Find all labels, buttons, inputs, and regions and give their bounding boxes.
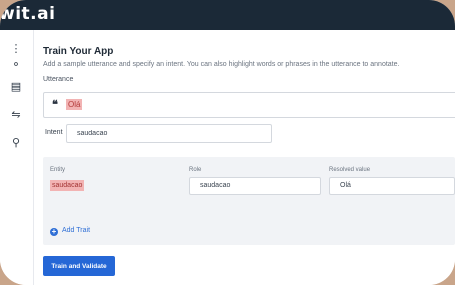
page-title: Train Your App <box>43 46 114 57</box>
add-trait-label: Add Trait <box>62 227 91 234</box>
top-bar: wit.ai <box>0 0 455 30</box>
resolved-value-column-header: Resolved value <box>329 167 371 173</box>
dots-icon[interactable]: ⋮ <box>8 42 24 56</box>
role-field[interactable]: saudacao <box>189 177 321 195</box>
entity-tag[interactable]: saudacao <box>50 180 85 191</box>
page-subtitle: Add a sample utterance and specify an in… <box>43 61 400 68</box>
intent-label: Intent <box>45 129 63 136</box>
workflow-icon[interactable]: ⚬ <box>8 58 24 72</box>
utterance-label: Utterance <box>43 76 74 83</box>
role-column-header: Role <box>189 167 202 173</box>
entity-column-header: Entity <box>50 167 66 173</box>
graph-icon[interactable]: ⚲ <box>8 136 24 150</box>
resolved-value-field[interactable]: Olá <box>329 177 455 195</box>
intent-input[interactable] <box>66 124 272 143</box>
utterance-input[interactable]: ❝ Olá <box>43 92 455 118</box>
quote-icon: ❝ <box>52 98 58 111</box>
utterance-text[interactable]: Olá <box>66 99 83 110</box>
sliders-icon[interactable]: ⇋ <box>8 108 24 122</box>
add-trait-button[interactable]: + Add Trait <box>43 221 455 245</box>
brand-logo[interactable]: wit.ai <box>0 4 55 24</box>
app-window: wit.ai ⋮ ⚬ ▤ ⇋ ⚲ Train Your App Add a sa… <box>0 0 455 285</box>
database-icon[interactable]: ▤ <box>8 80 24 94</box>
plus-icon: + <box>50 227 58 236</box>
main-content: Train Your App Add a sample utterance an… <box>34 30 455 285</box>
sidebar: ⋮ ⚬ ▤ ⇋ ⚲ <box>0 30 34 285</box>
train-and-validate-button[interactable]: Train and Validate <box>43 256 115 276</box>
